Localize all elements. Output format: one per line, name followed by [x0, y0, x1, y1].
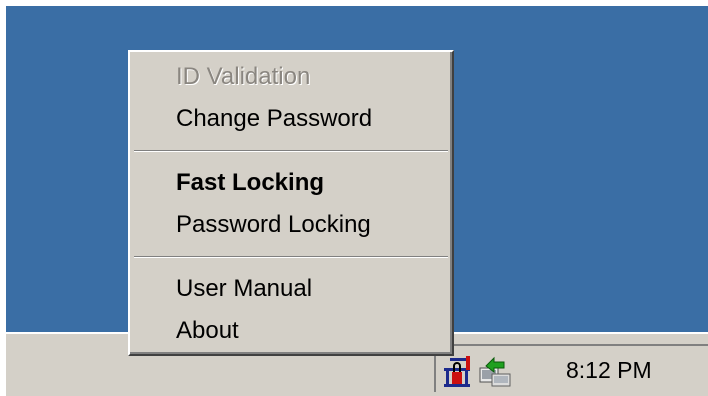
- lock-app-icon[interactable]: [442, 354, 476, 388]
- menu-item-change-password[interactable]: Change Password: [176, 104, 372, 134]
- screen: 8:12 PM ID Validation Change Password Fa…: [6, 6, 708, 396]
- network-connection-icon[interactable]: [478, 354, 512, 388]
- menu-item-about[interactable]: About: [176, 316, 239, 346]
- tray-context-menu: ID Validation Change Password Fast Locki…: [128, 50, 454, 356]
- system-tray: 8:12 PM: [434, 344, 708, 392]
- menu-separator: [134, 150, 448, 152]
- menu-item-fast-locking[interactable]: Fast Locking: [176, 168, 324, 198]
- menu-item-id-validation: ID Validation: [176, 63, 311, 90]
- menu-item-user-manual[interactable]: User Manual: [176, 274, 312, 304]
- menu-separator: [134, 256, 448, 258]
- tray-clock[interactable]: 8:12 PM: [566, 357, 652, 384]
- menu-item-password-locking[interactable]: Password Locking: [176, 210, 371, 240]
